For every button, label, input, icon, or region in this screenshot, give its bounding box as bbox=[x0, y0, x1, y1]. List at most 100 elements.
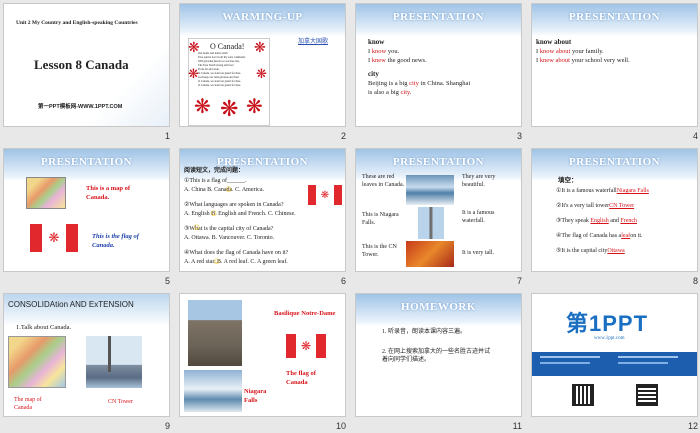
slide-2[interactable]: WARMING-UP O Canada! Our home and native… bbox=[179, 3, 346, 127]
options: A. English B. English and French. C. Chi… bbox=[184, 211, 296, 217]
question: ②What languages are spoken in Canada? bbox=[184, 202, 284, 208]
slide-number: 3 bbox=[516, 131, 522, 141]
slide-number: 12 bbox=[687, 421, 698, 431]
red-leaves-image bbox=[406, 241, 454, 267]
fill-blank: ⑤It is the capital cityOttawa bbox=[556, 248, 625, 254]
canada-flag-image: ❋ bbox=[30, 224, 78, 252]
smiley-icon: ☺ bbox=[209, 208, 219, 218]
slide-7[interactable]: PRESENTATION These are red leaves in Can… bbox=[355, 148, 522, 272]
anthem-label: 加拿大国歌 bbox=[298, 39, 329, 45]
slide-number: 11 bbox=[512, 421, 522, 431]
caption: This is the CN Tower. bbox=[362, 244, 397, 259]
vocab-word: city bbox=[368, 70, 379, 78]
subtitle: 1.Talk about Canada. bbox=[16, 324, 72, 331]
maple-leaf-icon: ❋ bbox=[254, 41, 266, 56]
slide-11[interactable]: HOMEWORK 1. 听录音，朗读本课内容三遍。 2. 在网上搜索加拿大的一些… bbox=[355, 293, 522, 417]
lesson-title: Lesson 8 Canada bbox=[34, 57, 129, 72]
notre-dame-image bbox=[188, 300, 242, 366]
canada-flag-image: ❋ bbox=[286, 334, 326, 358]
canada-map-image bbox=[26, 177, 66, 209]
tower-caption: CN Tower bbox=[108, 399, 133, 405]
caption: The flag of Canada bbox=[286, 370, 316, 386]
slide-number: 9 bbox=[164, 421, 170, 431]
cn-tower-image bbox=[108, 336, 111, 372]
slide-6[interactable]: PRESENTATION 阅读短文，完成问题： ①This is a flag … bbox=[179, 148, 346, 272]
question: ①This is a flag of______. bbox=[184, 178, 247, 184]
canada-flag-image: ❋ bbox=[308, 185, 342, 205]
instruction: 填空： bbox=[558, 177, 578, 184]
slide-5[interactable]: PRESENTATION This is a map of Canada. ❋ … bbox=[3, 148, 170, 272]
example-sentence: is also a big city. bbox=[368, 89, 412, 96]
example-sentence: I knew about your school very well. bbox=[536, 57, 630, 64]
options: A. Ottawa. B. Vancouver. C. Toronto. bbox=[184, 235, 275, 241]
maple-leaf-icon: ❋ bbox=[256, 66, 267, 81]
caption: Niagara Falls bbox=[244, 388, 267, 404]
canada-map-image bbox=[8, 336, 66, 388]
maple-leaf-icon: ❋ bbox=[188, 41, 200, 56]
slide-number: 10 bbox=[335, 421, 346, 431]
slide-number: 5 bbox=[164, 276, 170, 286]
footer-text: 第一PPT模板网-WWW.1PPT.COM bbox=[38, 104, 123, 110]
caption: This is Niagara Falls. bbox=[362, 212, 399, 227]
map-caption: This is a map of Canada. bbox=[86, 185, 131, 201]
slide-title: WARMING-UP bbox=[222, 11, 303, 23]
slide-number: 4 bbox=[692, 131, 698, 141]
vocab-word: know bbox=[368, 38, 385, 46]
maple-leaf-icon: ❋ bbox=[194, 96, 211, 118]
homework-item: 1. 听录音，朗读本课内容三遍。 bbox=[382, 329, 467, 335]
cn-tower-image bbox=[418, 207, 444, 239]
brand-logo: 第1PPT bbox=[566, 311, 649, 336]
slide-3[interactable]: PRESENTATION know I know you. I knew the… bbox=[355, 3, 522, 127]
slide-title: PRESENTATION bbox=[392, 156, 485, 168]
niagara-falls-image bbox=[184, 370, 242, 412]
caption: They are very beautiful. bbox=[462, 174, 496, 189]
vocab-word: know about bbox=[536, 38, 572, 46]
qr-code-icon bbox=[572, 384, 594, 406]
smiley-icon: ☺ bbox=[224, 184, 234, 194]
fill-blank: ①It is a famous waterfallNiagara Falls bbox=[556, 188, 649, 194]
map-caption: The map of Canada bbox=[14, 397, 42, 412]
qr-code-icon bbox=[636, 384, 658, 406]
caption: Basilique Notre-Dame bbox=[274, 310, 336, 317]
question: ④What does the flag of Canada have on it… bbox=[184, 250, 289, 256]
instruction: 阅读短文，完成问题： bbox=[184, 168, 245, 174]
maple-leaf-icon: ❋ bbox=[246, 96, 263, 118]
poem-line: O Canada, we stand on guard for thee. bbox=[198, 84, 241, 87]
example-sentence: Beijing is a big city in China. Shanghai bbox=[368, 80, 471, 87]
options: A. A red star. B. A red leaf. C. A green… bbox=[184, 259, 288, 265]
slide-12[interactable]: 第1PPT www.1ppt.com bbox=[531, 293, 698, 417]
slide-number: 2 bbox=[340, 131, 346, 141]
maple-leaf-icon: ❋ bbox=[220, 96, 239, 121]
slide-10[interactable]: Basilique Notre-Dame ❋ The flag of Canad… bbox=[179, 293, 346, 417]
slide-4[interactable]: PRESENTATION know about I know about you… bbox=[531, 3, 698, 127]
flag-caption: This is the flag of Canada. bbox=[92, 233, 139, 249]
example-sentence: I know about your family. bbox=[536, 48, 604, 55]
fill-blank: ③They speak English and French bbox=[556, 218, 638, 224]
slide-title: PRESENTATION bbox=[40, 156, 133, 168]
slide-title: PRESENTATION bbox=[568, 11, 661, 23]
example-sentence: I knew the good news. bbox=[368, 57, 427, 64]
caption: These are red leaves in Canada. bbox=[362, 174, 405, 189]
homework-item: 2. 在网上搜索加拿大的一些名胜古迹并试着向同学们描述。 bbox=[382, 349, 491, 364]
slide-title: CONSOLIDAtion AND ExTENSION bbox=[8, 300, 134, 309]
slide-title: HOMEWORK bbox=[401, 301, 476, 313]
fill-blank: ④The flag of Canada has aleafon it. bbox=[556, 233, 643, 239]
slide-number: 7 bbox=[516, 276, 522, 286]
smiley-icon: ☺ bbox=[192, 222, 202, 232]
slide-number: 1 bbox=[164, 131, 170, 141]
slide-title: PRESENTATION bbox=[568, 156, 661, 168]
maple-leaf-icon: ❋ bbox=[188, 66, 199, 81]
example-sentence: I know you. bbox=[368, 48, 400, 55]
brand-url: www.1ppt.com bbox=[594, 336, 625, 341]
slide-number: 6 bbox=[340, 276, 346, 286]
slide-title: PRESENTATION bbox=[392, 11, 485, 23]
fill-blank: ②It's a very tall towerCN Tower bbox=[556, 203, 635, 209]
smiley-icon: ☺ bbox=[212, 256, 222, 266]
caption: It is very tall. bbox=[462, 250, 494, 256]
slide-1[interactable]: Unit 2 My Country and English-speaking C… bbox=[3, 3, 170, 127]
slide-number: 8 bbox=[692, 276, 698, 286]
slide-8[interactable]: PRESENTATION 填空： ①It is a famous waterfa… bbox=[531, 148, 698, 272]
slide-9[interactable]: CONSOLIDAtion AND ExTENSION 1.Talk about… bbox=[3, 293, 170, 417]
niagara-falls-image bbox=[406, 175, 454, 205]
unit-title: Unit 2 My Country and English-speaking C… bbox=[16, 20, 138, 26]
